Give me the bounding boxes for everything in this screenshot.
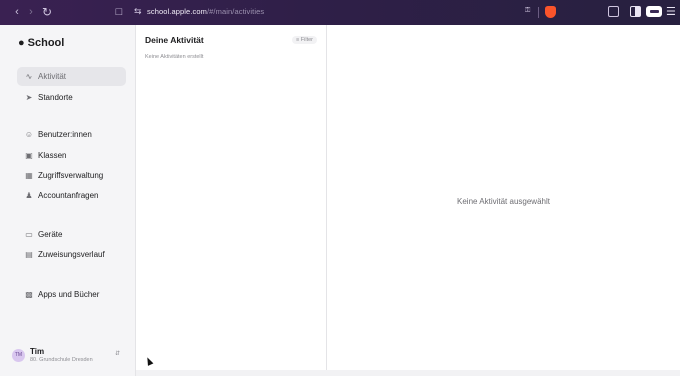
bookmark-icon[interactable]: □ [113,5,125,19]
activity-detail-pane: Keine Aktivität ausgewählt [327,25,680,376]
user-name: Tim [30,347,45,356]
toolbar-divider [538,7,539,18]
assignment-history-icon: ▤ [25,250,33,259]
forward-arrow-icon[interactable]: › [25,5,37,19]
activity-icon: ∿ [25,72,33,81]
sidebar-item-locations[interactable]: ➤ Standorte [17,88,126,107]
key-icon[interactable]: ⚿ [525,7,530,15]
sidebar-item-activity[interactable]: ∿ Aktivität [17,67,126,86]
empty-list-message: Keine Aktivitäten erstellt [145,54,204,60]
avatar: TM [12,348,25,362]
brave-shields-icon[interactable] [545,6,556,18]
sidebar-item-apps-books[interactable]: ▩ Apps und Bücher [17,285,126,304]
app-name: School [27,37,65,49]
sidebar-item-assignment-history[interactable]: ▤ Zuweisungsverlauf [17,245,126,264]
user-school: 80. Grundschule Dresden [30,357,93,363]
sidebar-item-label: Zuweisungsverlauf [38,250,105,259]
reload-icon[interactable]: ↻ [41,5,53,19]
location-arrow-icon: ➤ [25,93,33,102]
users-icon: ☺ [24,130,34,139]
sidebar-item-label: Standorte [38,93,73,102]
extensions-icon[interactable] [608,6,619,17]
sidebar-item-label: Aktivität [38,72,67,81]
chevron-updown-icon: ⇵ [114,351,120,357]
sidebar-item-label: Apps und Bücher [38,290,100,299]
wallet-icon[interactable] [646,6,662,17]
sidebar-item-label: Geräte [38,230,63,239]
filter-label: Filter [300,37,313,43]
browser-toolbar: ‹ › ↻ □ ⇆ school.apple.com/#/main/activi… [0,0,680,25]
sidebar-item-devices[interactable]: ▭ Geräte [17,225,126,244]
bottom-strip [136,370,680,376]
site-settings-icon[interactable]: ⇆ [134,6,142,17]
app-logo[interactable]: ● School [18,37,64,49]
class-icon: ▣ [25,151,33,160]
sidebar-item-classes[interactable]: ▣ Klassen [17,146,126,165]
sidebar-toggle-icon[interactable] [630,6,641,17]
apps-books-icon: ▩ [25,290,33,299]
sidebar-item-access[interactable]: ▦ Zugriffsverwaltung [17,166,126,185]
page-title: Deine Aktivität [145,35,204,45]
laptop-icon: ▭ [25,230,33,239]
back-arrow-icon[interactable]: ‹ [11,5,23,19]
user-account-switcher[interactable]: TM Tim 80. Grundschule Dresden ⇵ [12,340,126,370]
address-bar[interactable]: school.apple.com/#/main/activities [147,7,264,16]
account-request-icon: ♟ [25,191,33,200]
sidebar-item-users[interactable]: ☺ Benutzer:innen [17,125,126,144]
sidebar-item-account-requests[interactable]: ♟ Accountanfragen [17,186,126,205]
sidebar: ● School ∿ Aktivität ➤ Standorte ☺ Benut… [0,25,136,376]
filter-button[interactable]: ≡ Filter [292,36,317,44]
sidebar-item-label: Klassen [38,151,67,160]
menu-icon[interactable]: ☰ [666,5,676,18]
empty-detail-message: Keine Aktivität ausgewählt [457,197,550,206]
sidebar-item-label: Accountanfragen [38,191,99,200]
sidebar-item-label: Benutzer:innen [38,130,92,139]
apple-logo-icon: ● [18,37,25,49]
activity-list-panel: Deine Aktivität ≡ Filter Keine Aktivität… [136,25,327,376]
sidebar-item-label: Zugriffsverwaltung [38,171,104,180]
user-info: Tim 80. Grundschule Dresden [30,347,93,363]
access-icon: ▦ [25,171,33,180]
